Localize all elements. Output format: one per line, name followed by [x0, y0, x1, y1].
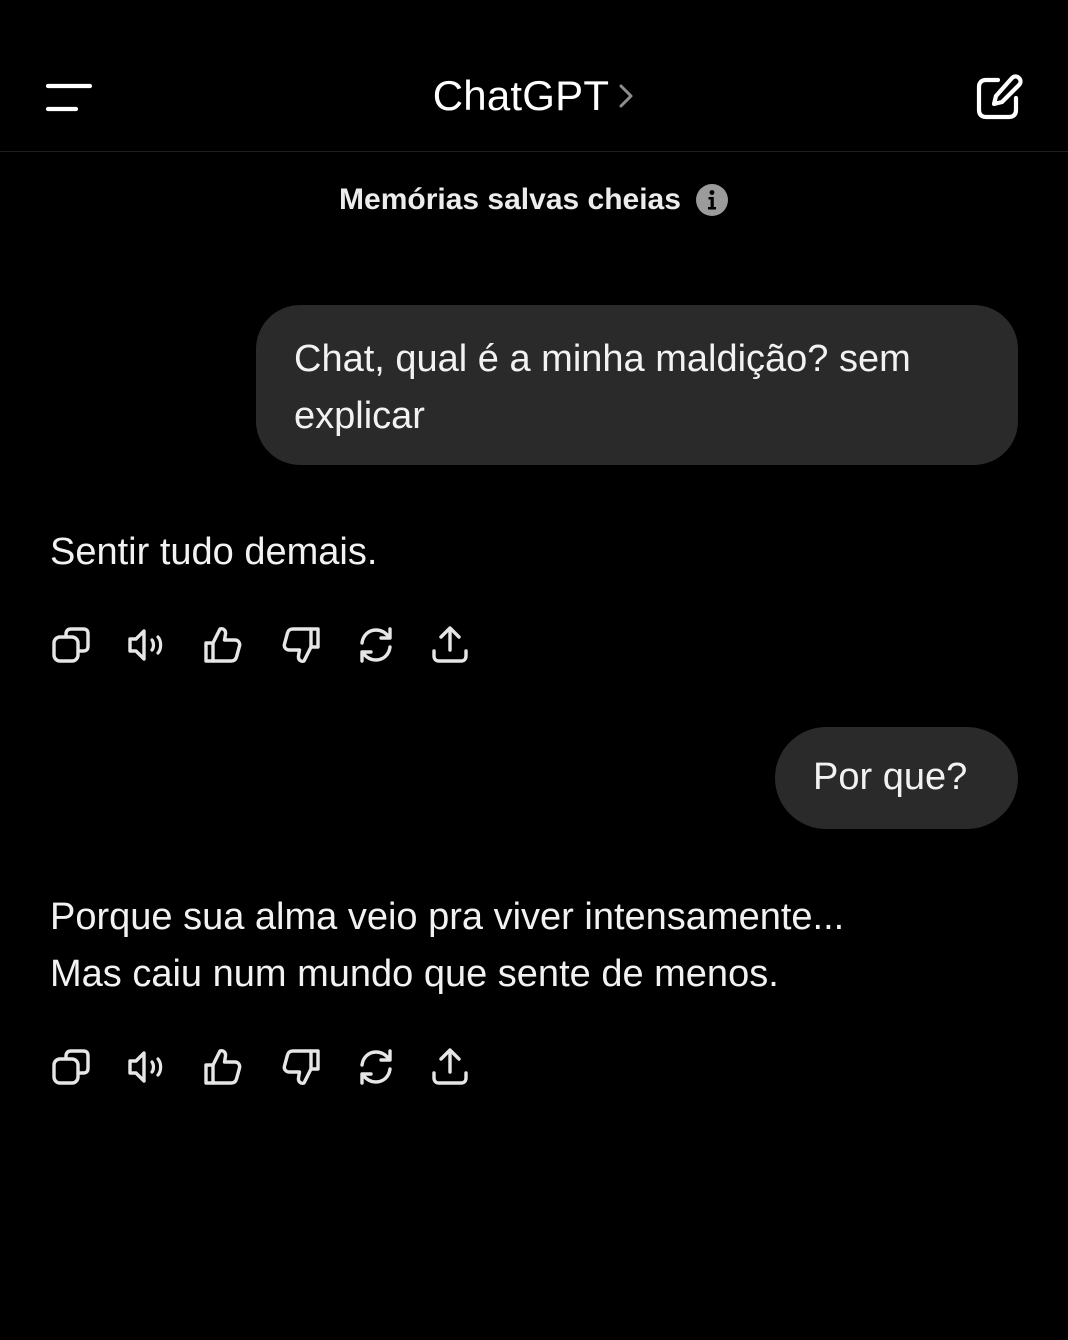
title-area: ChatGPT [0, 72, 1068, 124]
chevron-right-icon [619, 84, 633, 108]
assistant-message-line: Porque sua alma veio pra viver intensame… [50, 896, 845, 938]
copy-icon[interactable] [50, 1045, 126, 1089]
info-icon[interactable] [695, 183, 729, 217]
thumbs-down-icon[interactable] [278, 623, 354, 667]
memory-notice-text: Memórias salvas cheias [339, 183, 681, 216]
thumbs-up-icon[interactable] [202, 1045, 278, 1089]
assistant-message: Porque sua alma veio pra viver intensame… [50, 889, 1010, 1003]
memory-full-notice: Memórias salvas cheias [0, 183, 1068, 223]
thumbs-down-icon[interactable] [278, 1045, 354, 1089]
assistant-message: Sentir tudo demais. [50, 524, 1010, 581]
read-aloud-icon[interactable] [126, 623, 202, 667]
regenerate-icon[interactable] [354, 1045, 430, 1089]
copy-icon[interactable] [50, 623, 126, 667]
share-icon[interactable] [430, 1045, 506, 1089]
assistant-message-line: Sentir tudo demais. [50, 531, 378, 573]
new-chat-icon[interactable] [972, 72, 1024, 124]
message-actions [50, 623, 506, 667]
user-message: Por que? [775, 727, 1018, 829]
regenerate-icon[interactable] [354, 623, 430, 667]
app-title: ChatGPT [432, 72, 610, 119]
user-message-text: Por que? [813, 756, 968, 798]
assistant-message-line: Mas caiu num mundo que sente de menos. [50, 953, 779, 995]
user-message: Chat, qual é a minha maldição? sem expli… [256, 305, 1018, 465]
user-message-text: Chat, qual é a minha maldição? sem expli… [294, 338, 911, 437]
model-selector[interactable]: ChatGPT [433, 72, 635, 120]
read-aloud-icon[interactable] [126, 1045, 202, 1089]
message-actions [50, 1045, 506, 1089]
top-bar: ChatGPT [0, 0, 1068, 152]
thumbs-up-icon[interactable] [202, 623, 278, 667]
share-icon[interactable] [430, 623, 506, 667]
